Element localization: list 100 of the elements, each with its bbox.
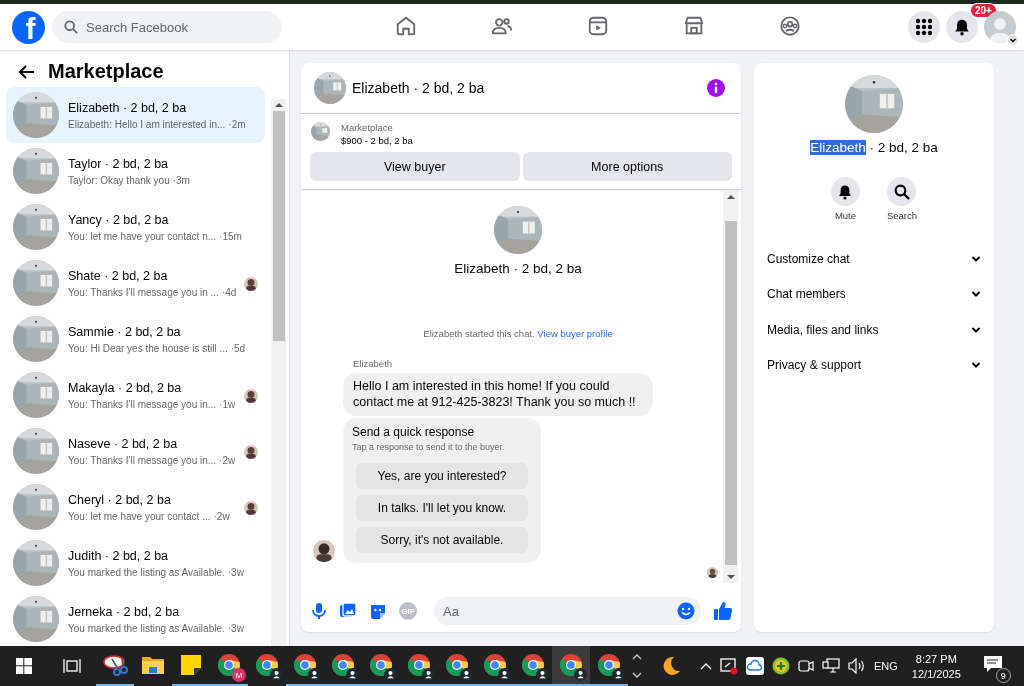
person-icon [384, 668, 397, 681]
cloud-icon[interactable] [746, 657, 764, 675]
message-input[interactable]: Aa [434, 597, 701, 625]
message-preview: You: Thanks I'll message you in... [68, 454, 217, 466]
clock-time[interactable]: 8:27 PM [915, 652, 957, 665]
plus-icon[interactable] [772, 657, 790, 675]
notifications-icon[interactable] [982, 655, 1003, 673]
message-preview: You: let me have your contact n... [68, 230, 217, 242]
action-button[interactable]: More options [522, 152, 732, 181]
camera-icon[interactable] [798, 658, 814, 674]
sender-name: Elizabeth [352, 358, 394, 369]
microphone-icon[interactable] [311, 602, 327, 620]
taskbar-app[interactable]: M [210, 646, 248, 686]
person-icon [498, 668, 511, 681]
search-icon [64, 20, 78, 34]
message-time: ·3w [227, 566, 244, 578]
message-preview: You marked the listing as Available. [68, 622, 225, 634]
conversation-name: Yancy · 2 bd, 2 ba [68, 212, 170, 227]
emoji-icon[interactable] [677, 602, 695, 620]
person-icon [346, 668, 359, 681]
message-time: ·3w [227, 622, 244, 634]
sticky-note-icon [180, 654, 202, 676]
section-row[interactable]: Chat members [754, 276, 994, 312]
quick-reply-button[interactable]: Yes, are you interested? [356, 463, 528, 490]
chevron-up-icon[interactable] [700, 661, 712, 671]
chat-intro-title: Elizabeth · 2 bd, 2 ba [454, 261, 582, 276]
conversation-item[interactable]: Sammie · 2 bd, 2 ba You: Hi Dear yes the house is still ... ·5d [6, 311, 265, 367]
profile-link[interactable]: View buyer profile [537, 328, 613, 339]
quick-reply-button[interactable]: Sorry, it's not available. [356, 527, 528, 554]
search-field[interactable]: Search Facebook [52, 11, 282, 43]
task-view-icon [63, 658, 81, 674]
scrollbar[interactable] [271, 99, 286, 646]
caret-icon[interactable] [1007, 34, 1019, 46]
folder-icon [141, 654, 165, 676]
section-row[interactable]: Privacy & support [754, 347, 994, 383]
conversation-name: Sammie · 2 bd, 2 ba [68, 324, 182, 339]
quick-reply-button[interactable]: In talks. I'll let you know. [356, 495, 528, 522]
conversation-item[interactable]: Naseve · 2 bd, 2 ba You: Thanks I'll message you in... ·2w [6, 423, 265, 479]
search-icon [894, 183, 910, 200]
message-time: ·2w [213, 510, 230, 522]
section-row[interactable]: Customize chat [754, 241, 994, 277]
conversation-item[interactable]: Elizabeth · 2 bd, 2 ba Elizabeth: Hello I am interested in... ·2m [6, 87, 265, 143]
chat-title: Elizabeth · 2 bd, 2 ba [352, 80, 486, 96]
bell-icon [837, 183, 854, 200]
conversation-item[interactable]: Makayla · 2 bd, 2 ba You: Thanks I'll message you in... ·1w [6, 367, 265, 423]
photo-icon[interactable] [339, 602, 357, 620]
person-icon [574, 668, 587, 681]
action-label: Search [886, 210, 918, 221]
person-icon [270, 668, 283, 681]
search-button[interactable] [887, 177, 917, 206]
action-label: Mute [834, 210, 856, 221]
quick-response-title: Send a quick response [352, 425, 476, 440]
page-title: Marketplace [48, 60, 164, 83]
person-icon [308, 668, 321, 681]
info-icon[interactable] [707, 79, 725, 97]
scissors-icon [102, 653, 128, 677]
message-preview: Taylor: Okay thank you [68, 174, 170, 186]
conversation-item[interactable]: Cheryl · 2 bd, 2 ba You: let me have your contact ... ·2w [6, 479, 265, 535]
back-arrow-icon[interactable] [18, 62, 36, 81]
notification-count: 9 [995, 668, 1011, 683]
bell-icon [953, 18, 971, 36]
section-row[interactable]: Media, files and links [754, 312, 994, 348]
action-button[interactable]: View buyer [310, 152, 520, 181]
language-indicator[interactable]: ENG [874, 660, 898, 672]
message-time: ·2w [219, 454, 236, 466]
clock-date[interactable]: 12/1/2025 [911, 667, 961, 680]
profile-badge: M [232, 668, 246, 682]
conversation-name: Shate · 2 bd, 2 ba [68, 268, 169, 283]
conversation-item[interactable]: Taylor · 2 bd, 2 ba Taylor: Okay thank you ·3m [6, 143, 265, 199]
conversation-item[interactable]: Yancy · 2 bd, 2 ba You: let me have your contact n... ·15m [6, 199, 265, 255]
logo[interactable]: f [12, 10, 45, 44]
conversation-name: Naseve · 2 bd, 2 ba [68, 436, 179, 451]
conversation-item[interactable]: Jerneka · 2 bd, 2 ba You marked the listing as Available. ·3w [6, 591, 265, 646]
message-preview: You: let me have your contact ... [68, 510, 211, 522]
message-preview: You marked the listing as Available. [68, 566, 225, 578]
home-icon [395, 14, 417, 37]
taskbar-app[interactable] [552, 646, 590, 686]
conversation-name: Cheryl · 2 bd, 2 ba [68, 492, 172, 507]
volume-icon[interactable] [848, 658, 866, 674]
groups-icon [779, 14, 801, 37]
conversation-name: Taylor · 2 bd, 2 ba [68, 156, 170, 171]
screen-record-icon[interactable] [720, 657, 738, 675]
person-icon [536, 668, 549, 681]
video-icon [587, 14, 609, 37]
listing-label: Marketplace [341, 122, 394, 133]
sticker-icon[interactable] [369, 602, 387, 620]
conversation-item[interactable]: Shate · 2 bd, 2 ba You: Thanks I'll message you in ... ·4d [6, 255, 265, 311]
quick-response-hint: Tap a response to send it to the buyer. [352, 442, 506, 453]
mute-button[interactable] [830, 177, 860, 206]
message-time: ·3m [172, 174, 190, 186]
conversation-name: Jerneka · 2 bd, 2 ba [68, 604, 181, 619]
scrollbar[interactable] [723, 191, 738, 583]
conversation-name: Elizabeth · 2 bd, 2 ba [68, 100, 188, 115]
network-icon[interactable] [822, 658, 840, 674]
menu-button[interactable] [908, 11, 940, 43]
conversation-item[interactable]: Judith · 2 bd, 2 ba You marked the listing as Available. ·3w [6, 535, 265, 591]
person-icon [612, 668, 625, 681]
conversation-name: Judith · 2 bd, 2 ba [68, 548, 170, 563]
conversation-name: Makayla · 2 bd, 2 ba [68, 380, 183, 395]
thumbs-up-icon[interactable] [713, 601, 733, 621]
